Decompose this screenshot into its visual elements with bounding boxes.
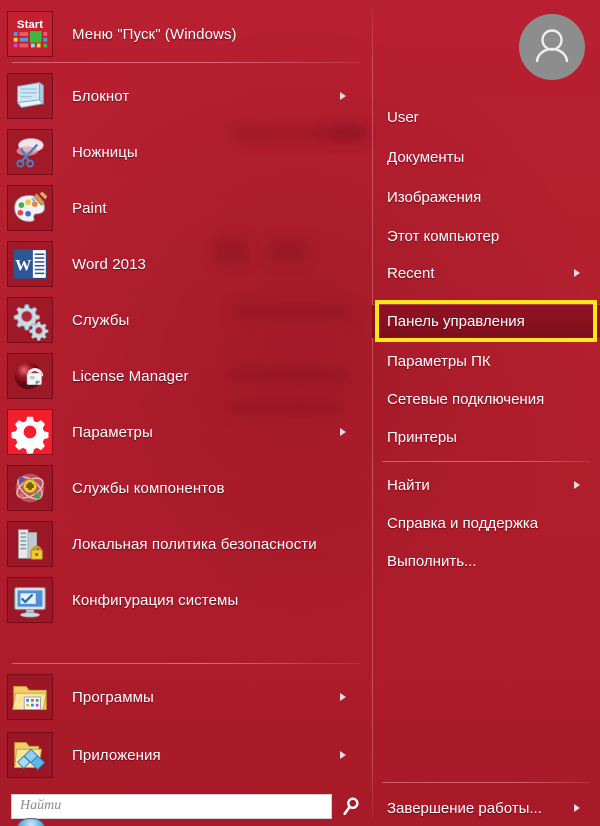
menu-item-license-manager[interactable]: License Manager [0,348,372,404]
places-item-control-panel-label: Панель управления [387,312,525,330]
places-item-search-label: Найти [387,476,430,494]
places-item-run[interactable]: Выполнить... [372,544,600,578]
msconfig-monitor-icon [7,577,53,623]
menu-item-notepad[interactable]: Блокнот [0,68,372,124]
places-item-this-pc[interactable]: Этот компьютер [372,219,600,253]
settings-gear-icon [7,409,53,455]
services-gears-icon [7,297,53,343]
places-item-recent[interactable]: Recent [372,256,600,290]
license-lock-icon [7,353,53,399]
menu-item-notepad-label: Блокнот [72,87,130,105]
places-item-pictures-label: Изображения [387,188,482,206]
places-item-user[interactable]: User [372,100,600,134]
component-services-icon [7,465,53,511]
menu-item-settings[interactable]: Параметры [0,404,372,460]
submenu-arrow-icon [574,481,580,489]
menu-item-applications-label: Приложения [72,746,161,764]
search-row [0,791,372,821]
menu-item-services[interactable]: Службы [0,292,372,348]
places-item-control-panel[interactable]: Панель управления [372,304,600,338]
places-item-shutdown[interactable]: Завершение работы... [372,791,600,825]
search-input[interactable] [11,793,332,819]
places-item-printers-label: Принтеры [387,428,457,446]
places-item-recent-label: Recent [387,264,435,282]
avatar-person-glyph [535,29,569,63]
menu-item-local-security-policy-label: Локальная политика безопасности [72,535,317,553]
snipping-tool-icon [7,129,53,175]
programs-folder-icon [7,674,53,720]
menu-item-paint[interactable]: Paint [0,180,372,236]
menu-item-programs-label: Программы [72,688,154,706]
left-divider-top [12,62,360,63]
submenu-arrow-icon [340,751,346,759]
menu-item-applications[interactable]: Приложения [0,727,372,783]
places-item-network-connections[interactable]: Сетевые подключения [372,382,600,416]
menu-item-component-services[interactable]: Службы компонентов [0,460,372,516]
menu-item-snipping-tool[interactable]: Ножницы [0,124,372,180]
applications-folder-icon [7,732,53,778]
start-menu-window: Start Меню "Пуск" (Windows) Блокнот Ножн… [0,0,600,826]
right-places-list: User Документы Изображения Этот компьюте… [372,0,600,826]
places-item-pc-settings-label: Параметры ПК [387,352,491,370]
places-item-run-label: Выполнить... [387,552,477,570]
places-item-pc-settings[interactable]: Параметры ПК [372,344,600,378]
notepad-icon [7,73,53,119]
start-menu-header-label: Меню "Пуск" (Windows) [72,25,237,43]
menu-item-local-security-policy[interactable]: Локальная политика безопасности [0,516,372,572]
menu-item-system-configuration[interactable]: Конфигурация системы [0,572,372,628]
start-menu-header-item[interactable]: Start Меню "Пуск" (Windows) [0,6,372,62]
places-item-help-support-label: Справка и поддержка [387,514,539,532]
search-magnifier-icon[interactable] [340,795,362,817]
places-item-shutdown-label: Завершение работы... [387,799,542,817]
start-tile-icon-glyph: Start [8,12,52,56]
places-item-user-label: User [387,108,419,126]
left-divider-bottom [12,663,360,664]
places-item-network-connections-label: Сетевые подключения [387,390,545,408]
svg-text:W: W [15,257,31,275]
menu-item-services-label: Службы [72,311,130,329]
places-item-this-pc-label: Этот компьютер [387,227,500,245]
user-avatar-icon[interactable] [519,14,585,80]
word-document-icon: W [7,241,53,287]
menu-item-paint-label: Paint [72,199,107,217]
security-policy-icon [7,521,53,567]
menu-item-license-manager-label: License Manager [72,367,189,385]
start-tile-icon: Start [7,11,53,57]
menu-item-settings-label: Параметры [72,423,153,441]
submenu-arrow-icon [574,804,580,812]
svg-text:Start: Start [17,19,43,31]
places-item-help-support[interactable]: Справка и поддержка [372,506,600,540]
places-item-documents[interactable]: Документы [372,140,600,174]
menu-item-programs[interactable]: Программы [0,669,372,725]
right-divider-power [382,782,590,783]
places-item-documents-label: Документы [387,148,465,166]
submenu-arrow-icon [340,693,346,701]
menu-item-component-services-label: Службы компонентов [72,479,225,497]
places-item-printers[interactable]: Принтеры [372,420,600,454]
submenu-arrow-icon [340,428,346,436]
submenu-arrow-icon [340,92,346,100]
menu-item-word-2013-label: Word 2013 [72,255,147,273]
menu-item-word-2013[interactable]: W Word 2013 [0,236,372,292]
menu-item-system-configuration-label: Конфигурация системы [72,591,239,609]
places-item-search[interactable]: Найти [372,468,600,502]
left-program-list: Start Меню "Пуск" (Windows) Блокнот Ножн… [0,0,372,826]
places-item-pictures[interactable]: Изображения [372,180,600,214]
right-divider-tools [382,461,590,462]
menu-item-snipping-tool-label: Ножницы [72,143,138,161]
submenu-arrow-icon [574,269,580,277]
paint-palette-icon [7,185,53,231]
